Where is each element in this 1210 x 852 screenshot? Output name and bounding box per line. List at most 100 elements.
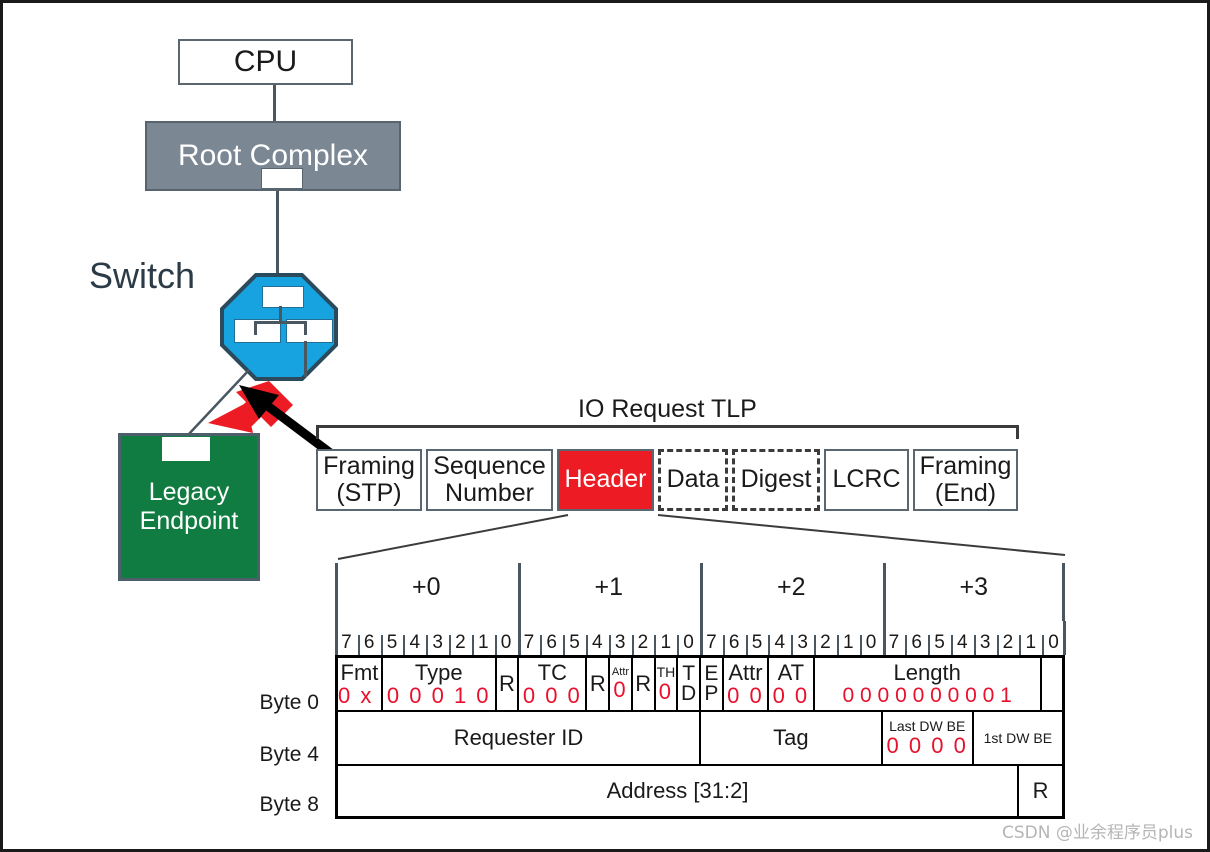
byte-offset-label: +0 (411, 573, 441, 601)
tlp-box-header: Header (557, 449, 654, 511)
bit-index-label: 4 (768, 621, 791, 655)
header-field-value: 0 0 0 0 0 0 0 0 0 1 (842, 683, 1012, 707)
header-field-address-31-2-: Address [31:2] (335, 764, 1020, 819)
bit-index-label: 1 (836, 621, 860, 655)
header-bit-table: +0 +1 +2 +3 7654321076543210765432107654321… (335, 563, 1066, 819)
bit-index-label: 1 (471, 621, 495, 655)
tlp-box-label: Header (564, 465, 647, 494)
tlp-bracket (316, 425, 1019, 439)
endpoint-label-line1: Legacy (148, 477, 230, 506)
header-field-value: 0 0 (727, 683, 764, 708)
bit-index-label: 2 (814, 621, 837, 655)
bit-index-label: 2 (631, 621, 655, 655)
tlp-box-label: LCRC (832, 465, 901, 494)
header-field-th: TH 0 (653, 655, 679, 712)
header-row-row0: Fmt0 x 0Type0 0 0 1 0RTC0 0 0RAttr0RTH0T… (335, 655, 1064, 712)
header-field-r: R (630, 655, 656, 712)
header-field-value: 0 x 0 (338, 683, 380, 708)
header-field-e: EP (699, 655, 724, 712)
header-field-last-dw-be: Last DW BE 0 0 0 0 (880, 710, 974, 766)
header-field-name: AT (777, 659, 805, 685)
header-field-value: 0 0 0 (522, 683, 582, 708)
header-field-1st-dw-be: 1st DW BE (971, 710, 1065, 766)
tlp-title: IO Request TLP (578, 395, 757, 423)
header-field-name-cont: P (704, 682, 719, 705)
byte-offset-ruler: +0 +1 +2 +3 (335, 563, 1065, 621)
tlp-box-label: Data (666, 465, 720, 494)
header-field-name: R (1032, 778, 1049, 804)
header-row-row2: Address [31:2] R (335, 764, 1065, 819)
header-fields-table: Fmt0 x 0Type0 0 0 1 0RTC0 0 0RAttr0RTH0T… (335, 655, 1065, 819)
header-field-r: R (585, 655, 611, 712)
byte-offset-label: +2 (776, 573, 806, 601)
row-label-column: Byte 0 Byte 4 Byte 8 (253, 3, 327, 849)
bit-index-label: 0 (1042, 621, 1065, 655)
bit-index-label: 6 (540, 621, 563, 655)
row-label-byte-8: Byte 8 (259, 793, 319, 816)
header-field-name: R (498, 671, 515, 697)
bit-index-label: 5 (745, 621, 769, 655)
bit-index-label: 3 (791, 621, 814, 655)
tlp-box-sublabel: (STP) (336, 479, 402, 507)
bit-index-label: 1 (1019, 621, 1042, 655)
bit-ruler-end-tick (1063, 621, 1066, 655)
header-expansion-leaders (337, 514, 1066, 560)
tlp-box-sublabel: Number (445, 479, 534, 507)
tlp-box-lcrc: LCRC (824, 449, 909, 511)
bit-index-label: 0 (677, 621, 700, 655)
header-field-requester-id: Requester ID (335, 710, 701, 766)
header-field-name: Length (893, 660, 961, 686)
header-field-length: Length 0 0 0 0 0 0 0 0 0 1 (812, 655, 1042, 712)
bit-index-label: 4 (950, 621, 974, 655)
row-label-byte-0: Byte 0 (259, 691, 319, 714)
tlp-box-sublabel: (End) (934, 479, 997, 507)
header-field-attr: Attr 0 0 (721, 655, 770, 712)
tlp-box-data: Data (658, 449, 728, 511)
bit-index-label: 0 (494, 621, 518, 655)
header-field-name: Last DW BE (889, 718, 966, 735)
header-field-value: 0 0 0 1 0 (386, 683, 491, 708)
header-field-name: E (704, 661, 719, 685)
tlp-field-row: Framing (STP) Sequence Number Header Data Dige… (316, 449, 1022, 511)
header-field-value: 0 0 0 0 (886, 732, 968, 758)
header-field-tag: Tag (699, 710, 883, 766)
byte-ruler-tick (1062, 563, 1065, 621)
endpoint-port (162, 437, 210, 461)
bit-index-label: 0 (859, 621, 883, 655)
bit-index-label: 4 (403, 621, 426, 655)
watermark: CSDN @业余程序员plus (1001, 823, 1193, 843)
header-field-name: Attr (728, 659, 763, 685)
bit-index-label: 5 (563, 621, 586, 655)
link-switch-endpoint (187, 369, 250, 436)
header-field-value: 0 (658, 678, 674, 704)
bit-index-label: 5 (380, 621, 404, 655)
bit-index-label: 6 (722, 621, 746, 655)
bit-index-label: 2 (996, 621, 1020, 655)
header-field-fmt: Fmt0 x 0 (335, 655, 383, 712)
header-field-name: Type (414, 659, 463, 685)
tlp-box-framing: Framing (STP) (316, 449, 422, 511)
diagram-canvas: CPU Root Complex Switch Legacy Endpoint … (0, 0, 1210, 852)
bit-index-label: 7 (335, 621, 358, 655)
header-field-name-cont: D (681, 682, 697, 705)
bit-index-ruler: 76543210765432107654321076543210 (335, 621, 1066, 655)
bit-index-label: 6 (905, 621, 928, 655)
byte-offset-label: +1 (594, 573, 623, 601)
tlp-box-label: Framing (323, 451, 415, 480)
bit-index-label: 2 (449, 621, 472, 655)
header-field-name: T (682, 661, 696, 685)
header-field-name: 1st DW BE (983, 729, 1053, 746)
header-field-tc: TC 0 0 0 (517, 655, 588, 712)
header-field-name: TC (537, 659, 567, 685)
bit-index-label: 1 (654, 621, 677, 655)
header-field-type: Type 0 0 0 1 0 (380, 655, 497, 712)
header-field-attr: Attr 0 (608, 655, 633, 712)
tlp-box-framing: Framing (End) (913, 449, 1018, 511)
header-field-name: R (635, 671, 652, 697)
header-field-name: Fmt (340, 659, 379, 685)
endpoint-label-line2: Endpoint (139, 507, 239, 535)
row-label-byte-4: Byte 4 (259, 743, 319, 766)
bit-index-label: 3 (426, 621, 449, 655)
tlp-box-sequence: Sequence Number (426, 449, 553, 511)
bit-index-label: 5 (928, 621, 951, 655)
